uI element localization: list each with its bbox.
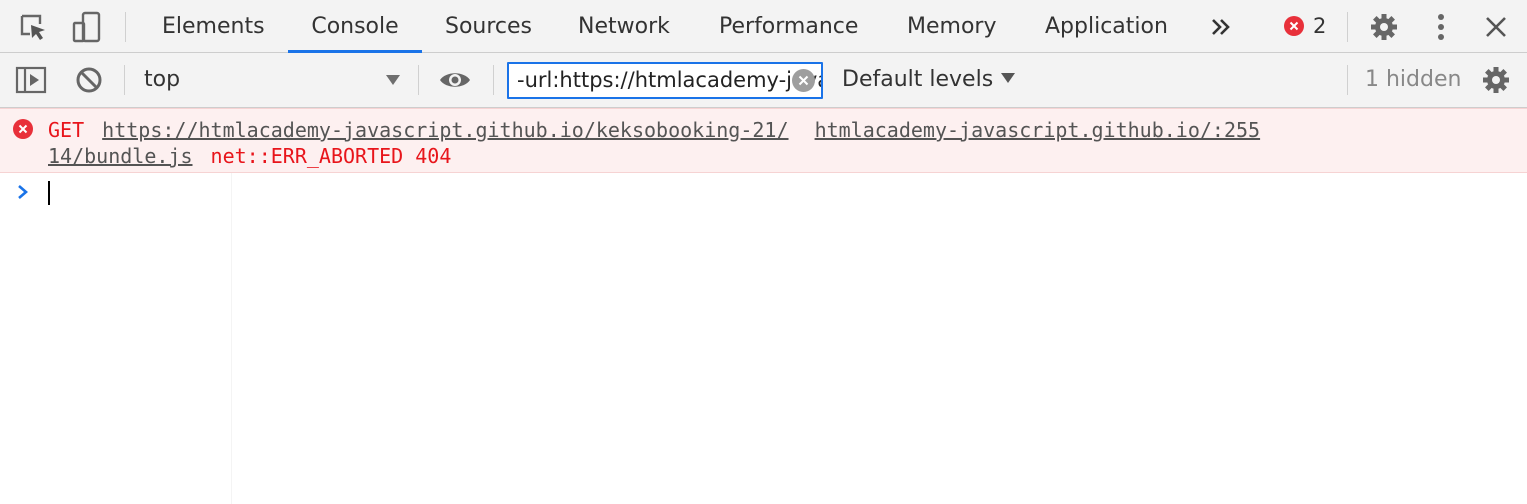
request-method: GET [48,118,85,142]
levels-chevron-down-icon [1001,73,1016,83]
context-selector[interactable]: top [144,53,180,107]
log-levels-label: Default levels [842,67,994,92]
error-count: 2 [1313,14,1327,38]
devtools-tab-bar: Elements Console Sources Network Perform… [0,0,1527,53]
error-status: net::ERR_ABORTED 404 [210,144,452,168]
tab-network[interactable]: Network [578,0,670,53]
request-url-link[interactable]: https://htmlacademy-javascript.github.io… [102,118,788,142]
clear-console-icon[interactable] [72,62,106,98]
error-line-2: 14/bundle.js net::ERR_ABORTED 404 [48,143,451,169]
chevron-down-icon[interactable] [386,75,400,85]
console-toolbar: top -url:https://htmlacademy-javascript.… [0,53,1527,108]
console-settings-gear-icon[interactable] [1479,62,1513,98]
console-error-message[interactable]: GET https://htmlacademy-javascript.githu… [0,108,1527,173]
hidden-messages-count: 1 hidden [1365,67,1462,92]
toolbar-separator-2 [418,65,419,95]
tabbar-separator [125,12,126,42]
console-filter-input[interactable]: -url:https://htmlacademy-javascript.gith… [507,62,823,99]
toolbar-separator-3 [493,65,494,95]
tab-elements[interactable]: Elements [162,0,265,53]
request-url-link-cont[interactable]: 14/bundle.js [48,144,193,168]
toolbar-separator [124,65,125,95]
tab-application[interactable]: Application [1045,0,1168,53]
show-sidebar-icon[interactable] [14,62,48,98]
tabbar-separator-right [1347,12,1348,42]
double-chevron-right-icon[interactable] [1204,9,1238,45]
prompt-chevron-icon [17,184,29,204]
error-icon [13,119,33,139]
close-icon[interactable] [1479,9,1513,45]
tab-console[interactable]: Console [288,0,422,53]
inspect-element-icon[interactable] [16,9,50,45]
clear-filter-icon[interactable] [792,69,815,92]
error-line-1: GET https://htmlacademy-javascript.githu… [48,117,1260,143]
console-output[interactable]: GET https://htmlacademy-javascript.githu… [0,108,1527,504]
more-vertical-icon[interactable] [1424,9,1458,45]
console-input-cursor[interactable] [48,181,50,205]
error-count-badge[interactable]: 2 [1284,13,1326,39]
device-toolbar-icon[interactable] [70,9,104,45]
filter-value[interactable]: -url:https://htmlacademy-javascript.gith… [517,64,821,97]
settings-gear-icon[interactable] [1367,9,1401,45]
tab-memory[interactable]: Memory [907,0,996,53]
source-location-link[interactable]: htmlacademy-javascript.github.io/:255 [815,118,1261,142]
log-levels-dropdown[interactable]: Default levels [842,53,1016,107]
tab-performance[interactable]: Performance [719,0,858,53]
toolbar-separator-4 [1347,65,1348,95]
tab-sources[interactable]: Sources [445,0,532,53]
panel-divider [231,173,232,504]
error-icon [1284,16,1304,36]
eye-icon[interactable] [438,62,472,98]
